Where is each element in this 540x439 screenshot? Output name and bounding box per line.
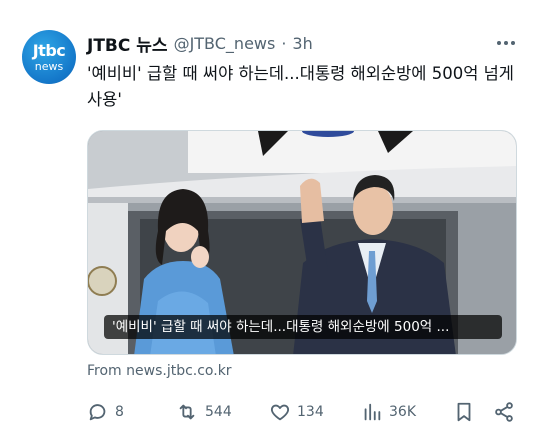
- more-options-icon[interactable]: [494, 34, 518, 52]
- reply-button[interactable]: 8: [87, 398, 124, 426]
- retweet-button[interactable]: 544: [175, 398, 232, 426]
- avatar[interactable]: Jtbc news: [22, 30, 76, 84]
- share-button[interactable]: [493, 398, 515, 426]
- bookmark-icon: [453, 401, 475, 423]
- like-count: 134: [297, 404, 324, 420]
- link-source[interactable]: From news.jtbc.co.kr: [87, 363, 232, 379]
- avatar-logo-text: Jtbc: [32, 40, 66, 60]
- tweet-header: JTBC 뉴스 @JTBC_news · 3h: [87, 31, 500, 56]
- author-handle[interactable]: @JTBC_news: [174, 34, 276, 53]
- retweet-icon: [175, 401, 199, 423]
- retweet-count: 544: [205, 404, 232, 420]
- media-card[interactable]: '예비비' 급할 때 써야 하는데...대통령 해외순방에 500억 ...: [87, 130, 517, 355]
- heart-icon: [269, 401, 291, 423]
- timestamp[interactable]: 3h: [292, 34, 312, 53]
- views-button[interactable]: 36K: [361, 398, 416, 426]
- share-icon: [493, 401, 515, 423]
- tweet-text: '예비비' 급할 때 써야 하는데...대통령 해외순방에 500억 넘게 사용…: [87, 64, 514, 109]
- reply-icon: [87, 401, 109, 423]
- like-button[interactable]: 134: [269, 398, 324, 426]
- avatar-logo-subtext: news: [34, 59, 64, 73]
- separator-dot: ·: [281, 33, 287, 53]
- views-icon: [361, 401, 383, 423]
- reply-count: 8: [115, 404, 124, 420]
- author-name[interactable]: JTBC 뉴스: [87, 31, 168, 56]
- bookmark-button[interactable]: [453, 398, 475, 426]
- tweet-card[interactable]: Jtbc news JTBC 뉴스 @JTBC_news · 3h '예비비' …: [0, 0, 540, 439]
- media-caption: '예비비' 급할 때 써야 하는데...대통령 해외순방에 500억 ...: [104, 315, 502, 339]
- views-count: 36K: [389, 404, 416, 420]
- action-bar: 8 544 134 36K: [87, 398, 517, 426]
